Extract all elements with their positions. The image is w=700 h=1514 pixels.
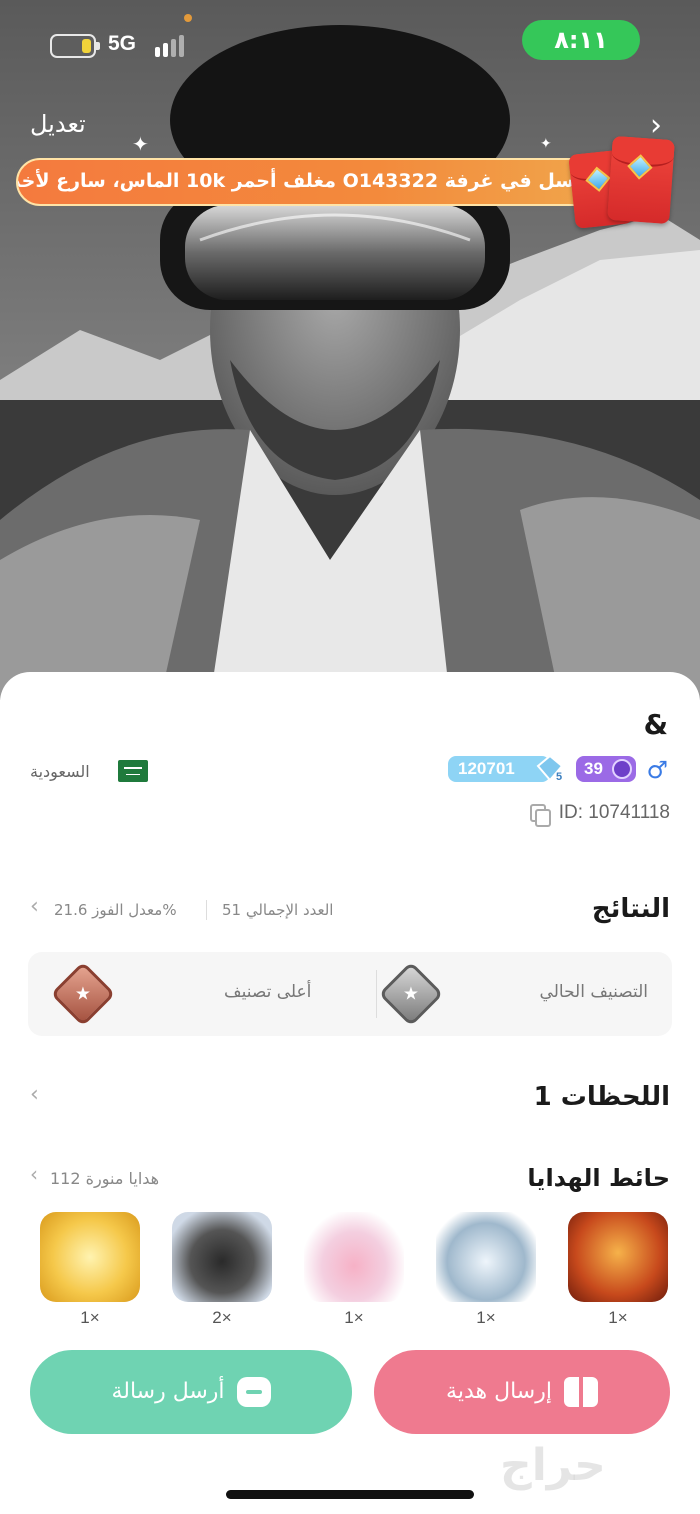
pink-car-gift-icon — [304, 1212, 404, 1302]
wealth-badge: 120701 — [448, 756, 550, 782]
edit-profile-link[interactable]: تعديل — [30, 110, 86, 138]
red-envelope-banner[interactable]: سل في غرفة O143322 مغلف أحمر 10k الماس، … — [16, 158, 616, 206]
user-id[interactable]: ID: 10741118 — [559, 802, 670, 824]
wealth-value: 120701 — [458, 759, 515, 778]
red-envelope-icon[interactable] — [607, 135, 675, 225]
send-message-button[interactable]: أرسل رسالة — [30, 1350, 352, 1434]
diamond-tier-icon: 5 — [536, 754, 564, 782]
meta-divider — [206, 900, 207, 920]
saudi-flag-icon — [118, 760, 148, 782]
chevron-left-icon[interactable]: ‹ — [30, 1082, 39, 1107]
gift-item-lion[interactable]: 1× — [564, 1212, 672, 1332]
banner-text: سل في غرفة O143322 مغلف أحمر 10k الماس، … — [18, 170, 574, 192]
current-rank-label: التصنيف الحالي — [539, 982, 648, 1002]
rank-card[interactable]: التصنيف الحالي ★ أعلى تصنيف ★ — [28, 952, 672, 1036]
gift-count: 1× — [476, 1308, 496, 1327]
chat-bubble-icon — [236, 1377, 271, 1407]
country-label: السعودية — [30, 762, 90, 781]
gift-wall-title: حائط الهدايا — [527, 1164, 670, 1192]
gift-item-champagne[interactable]: 1× — [36, 1212, 144, 1332]
status-bar: 5G ٨:١١ — [0, 14, 700, 66]
level-gem-icon — [612, 759, 632, 779]
lit-gifts-count[interactable]: 112 هدايا منورة — [50, 1169, 159, 1188]
level-badge: 39 — [576, 756, 636, 782]
suv-gift-icon — [172, 1212, 272, 1302]
profile-cover-photo[interactable]: 5G ٨:١١ تعديل › ✦ ✦ سل في غرفة O143322 م… — [0, 0, 700, 700]
level-value: 39 — [584, 759, 603, 778]
chevron-left-icon[interactable]: ‹ — [30, 1162, 38, 1186]
gift-wall-list: 1× 1× 1× 2× 1× — [20, 1212, 680, 1332]
signal-icon — [155, 35, 191, 57]
moments-title[interactable]: اللحظات 1 — [534, 1082, 670, 1112]
send-message-label: أرسل رسالة — [111, 1379, 225, 1404]
gift-item-pink-car[interactable]: 1× — [300, 1212, 408, 1332]
total-count[interactable]: العدد الإجمالي 51 — [222, 901, 333, 919]
profile-name: & — [643, 708, 668, 741]
champagne-gift-icon — [40, 1212, 140, 1302]
gift-count: 2× — [212, 1308, 232, 1327]
send-gift-label: إرسال هدية — [446, 1379, 552, 1404]
battery-icon — [50, 34, 100, 58]
gift-count: 1× — [608, 1308, 628, 1327]
cover-photo-image — [0, 0, 700, 700]
gift-count: 1× — [344, 1308, 364, 1327]
gift-count: 1× — [80, 1308, 100, 1327]
highest-rank-label: أعلى تصنيف — [224, 982, 312, 1002]
home-indicator[interactable] — [226, 1490, 474, 1499]
helicopter-gift-icon — [436, 1212, 536, 1302]
results-title: النتائج — [591, 894, 670, 924]
status-time: ٨:١١ — [522, 20, 640, 60]
lion-gift-icon — [568, 1212, 668, 1302]
gift-box-icon — [563, 1377, 598, 1407]
rank-divider — [376, 970, 377, 1018]
bronze-rank-icon: ★ — [50, 961, 116, 1027]
gift-item-suv[interactable]: 2× — [168, 1212, 276, 1332]
send-gift-button[interactable]: إرسال هدية — [374, 1350, 670, 1434]
sparkle-icon: ✦ — [540, 136, 552, 152]
profile-sheet: & ♂ 39 120701 5 السعودية ID: 10741118 ال… — [0, 672, 700, 1514]
chevron-left-icon[interactable]: ‹ — [30, 894, 39, 919]
copy-id-icon[interactable] — [530, 804, 551, 827]
diamond-tier-value: 5 — [556, 771, 562, 782]
haraj-watermark: حراج — [500, 1440, 606, 1491]
male-gender-icon: ♂ — [646, 756, 668, 784]
silver-rank-icon: ★ — [378, 961, 444, 1027]
gift-item-helicopter[interactable]: 1× — [432, 1212, 540, 1332]
sparkle-icon: ✦ — [132, 132, 149, 156]
privacy-indicator-dot — [184, 14, 192, 22]
network-type: 5G — [108, 32, 137, 55]
win-rate[interactable]: معدل الفوز 21.6% — [54, 901, 177, 919]
